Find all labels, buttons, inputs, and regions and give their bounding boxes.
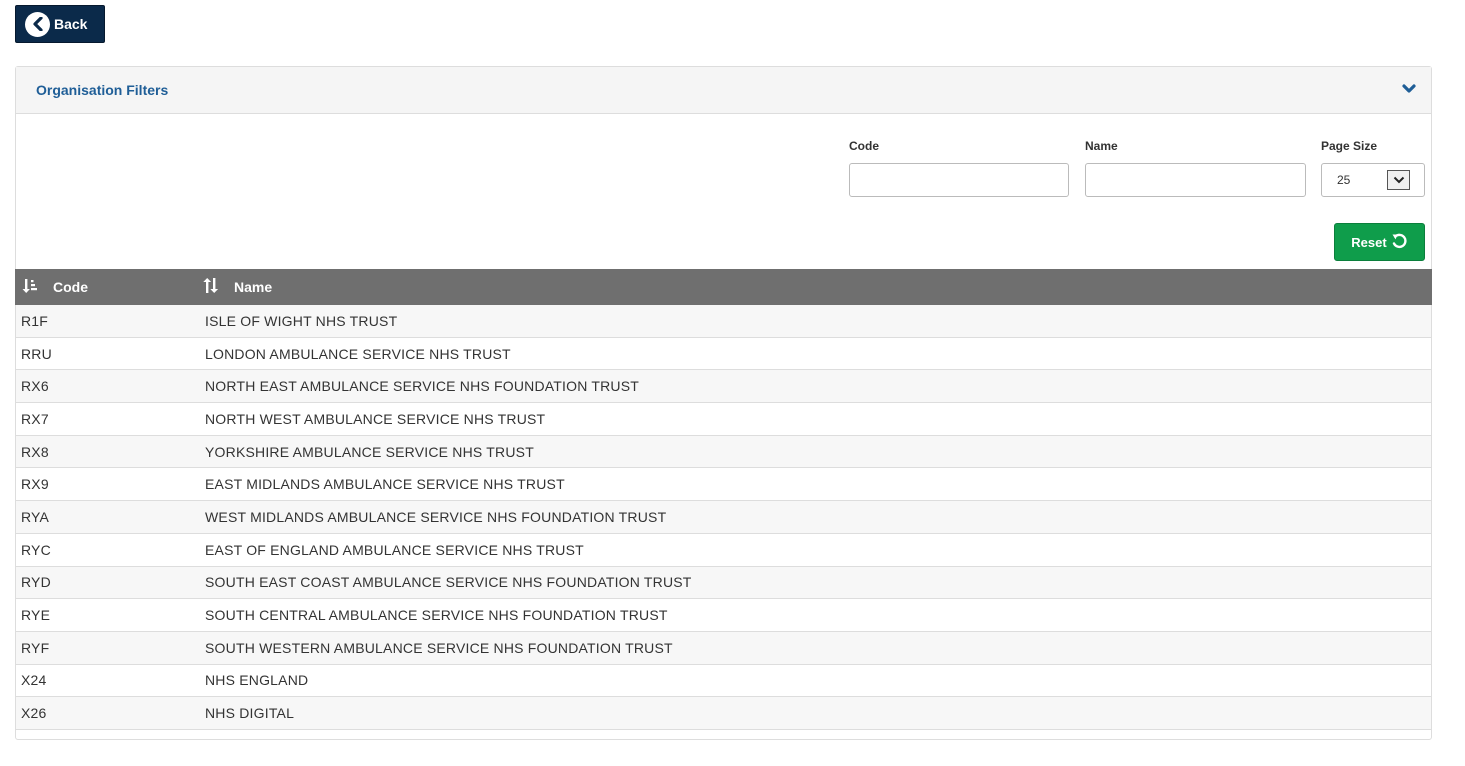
cell-name: LONDON AMBULANCE SERVICE NHS TRUST bbox=[205, 345, 511, 362]
code-filter-label: Code bbox=[849, 139, 879, 153]
cell-name: EAST MIDLANDS AMBULANCE SERVICE NHS TRUS… bbox=[205, 476, 565, 493]
cell-code: RX6 bbox=[21, 378, 49, 395]
panel-title: Organisation Filters bbox=[36, 82, 169, 98]
back-button[interactable]: Back bbox=[15, 5, 105, 43]
page-size-value: 25 bbox=[1337, 173, 1351, 187]
cell-code: RRU bbox=[21, 345, 52, 362]
name-filter-input[interactable] bbox=[1085, 163, 1306, 197]
table-row[interactable]: RX8 YORKSHIRE AMBULANCE SERVICE NHS TRUST bbox=[16, 435, 1431, 469]
table-row[interactable]: RX9 EAST MIDLANDS AMBULANCE SERVICE NHS T… bbox=[16, 468, 1431, 502]
chevron-down-icon[interactable] bbox=[1402, 81, 1416, 99]
sort-ascending-icon bbox=[22, 278, 53, 296]
organisation-filters-panel: Organisation Filters Code Name Page Size… bbox=[15, 66, 1432, 740]
column-header-name[interactable]: Name bbox=[199, 269, 272, 305]
cell-name: SOUTH EAST COAST AMBULANCE SERVICE NHS F… bbox=[205, 574, 692, 591]
name-filter-label: Name bbox=[1085, 139, 1118, 153]
table-row[interactable]: R1F ISLE OF WIGHT NHS TRUST bbox=[16, 305, 1431, 338]
cell-code: RYA bbox=[21, 508, 50, 525]
cell-name: NHS DIGITAL bbox=[205, 705, 295, 722]
table-row[interactable]: X24 NHS ENGLAND bbox=[16, 664, 1431, 698]
table-row[interactable]: RX7 NORTH WEST AMBULANCE SERVICE NHS TRUS… bbox=[16, 403, 1431, 436]
refresh-icon bbox=[1391, 232, 1408, 252]
cell-name: NORTH EAST AMBULANCE SERVICE NHS FOUNDAT… bbox=[205, 378, 640, 395]
cell-name: SOUTH WESTERN AMBULANCE SERVICE NHS FOUN… bbox=[205, 639, 673, 656]
page-size-select[interactable]: 25 bbox=[1321, 163, 1425, 197]
cell-name: WEST MIDLANDS AMBULANCE SERVICE NHS FOUN… bbox=[205, 508, 667, 525]
table-row[interactable]: RX6 NORTH EAST AMBULANCE SERVICE NHS FOUN… bbox=[16, 370, 1431, 404]
table-body: R1F ISLE OF WIGHT NHS TRUST RRU LONDON AMB… bbox=[16, 305, 1431, 730]
sort-both-icon bbox=[203, 278, 234, 296]
cell-code: RX9 bbox=[21, 476, 49, 493]
cell-code: RYE bbox=[21, 607, 51, 624]
cell-name: NORTH WEST AMBULANCE SERVICE NHS TRUST bbox=[205, 410, 546, 427]
back-button-label: Back bbox=[54, 16, 88, 32]
cell-code: R1F bbox=[21, 312, 49, 329]
filters-body: Code Name Page Size 25 Reset bbox=[16, 114, 1431, 269]
chevron-left-circle-icon bbox=[25, 11, 50, 37]
reset-button-label: Reset bbox=[1351, 234, 1387, 250]
table-row[interactable]: X26 NHS DIGITAL bbox=[16, 697, 1431, 730]
column-header-code[interactable]: Code bbox=[15, 269, 199, 305]
column-header-name-label: Name bbox=[234, 279, 273, 295]
reset-button[interactable]: Reset bbox=[1334, 223, 1425, 261]
cell-name: YORKSHIRE AMBULANCE SERVICE NHS TRUST bbox=[205, 443, 534, 460]
table-header: Code Name bbox=[15, 269, 1432, 305]
cell-code: RX8 bbox=[21, 443, 49, 460]
cell-code: X26 bbox=[21, 705, 47, 722]
dropdown-arrow-icon[interactable] bbox=[1387, 170, 1410, 190]
table-row[interactable]: RYD SOUTH EAST COAST AMBULANCE SERVICE NH… bbox=[16, 566, 1431, 600]
table-row[interactable]: RYA WEST MIDLANDS AMBULANCE SERVICE NHS F… bbox=[16, 501, 1431, 534]
page-size-label: Page Size bbox=[1321, 139, 1378, 153]
table-row[interactable]: RYC EAST OF ENGLAND AMBULANCE SERVICE NHS… bbox=[16, 533, 1431, 567]
cell-code: X24 bbox=[21, 672, 47, 689]
code-filter-input[interactable] bbox=[849, 163, 1069, 197]
table-row[interactable]: RYF SOUTH WESTERN AMBULANCE SERVICE NHS F… bbox=[16, 631, 1431, 665]
table-row[interactable]: RYE SOUTH CENTRAL AMBULANCE SERVICE NHS F… bbox=[16, 599, 1431, 632]
cell-name: NHS ENGLAND bbox=[205, 672, 309, 689]
cell-code: RYD bbox=[21, 574, 51, 591]
cell-code: RX7 bbox=[21, 410, 49, 427]
cell-name: ISLE OF WIGHT NHS TRUST bbox=[205, 312, 398, 329]
cell-name: SOUTH CENTRAL AMBULANCE SERVICE NHS FOUN… bbox=[205, 607, 668, 624]
cell-code: RYF bbox=[21, 639, 50, 656]
cell-code: RYC bbox=[21, 541, 51, 558]
table-row[interactable]: RRU LONDON AMBULANCE SERVICE NHS TRUST bbox=[16, 337, 1431, 371]
cell-name: EAST OF ENGLAND AMBULANCE SERVICE NHS TR… bbox=[205, 541, 584, 558]
column-header-code-label: Code bbox=[53, 279, 88, 295]
filters-panel-header[interactable]: Organisation Filters bbox=[16, 67, 1431, 114]
